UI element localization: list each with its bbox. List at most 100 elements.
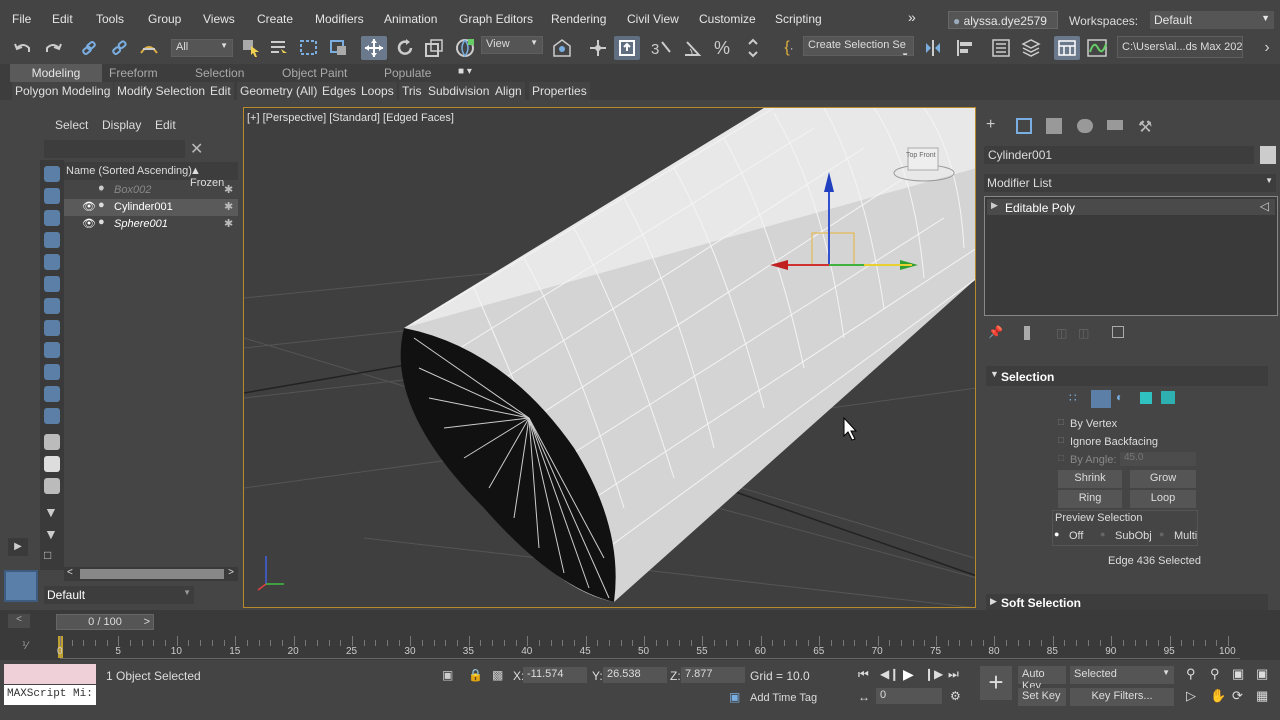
maximize-viewport-icon[interactable]: ▦	[1256, 688, 1268, 704]
account-dropdown[interactable]: ● alyssa.dye2579	[948, 11, 1058, 29]
shrink-button[interactable]: Shrink	[1058, 470, 1122, 488]
viewport-label-menu[interactable]: [+] [Perspective] [Standard] [Edged Face…	[247, 112, 454, 124]
key-filters-button[interactable]: Key Filters...	[1070, 688, 1174, 706]
tab-selection[interactable]: Selection	[195, 66, 244, 80]
time-configuration-icon[interactable]: ⚙	[950, 689, 961, 703]
ribbon-edges[interactable]: Edges	[319, 82, 360, 100]
selection-rollout-header[interactable]: ▼ Selection	[986, 366, 1268, 386]
align-icon[interactable]	[952, 36, 978, 60]
y-coordinate-field[interactable]: 26.538	[603, 667, 667, 683]
zoom-all-icon[interactable]: ⚲	[1210, 666, 1220, 682]
stack-item-editable-poly[interactable]: ▶ Editable Poly ◁	[987, 199, 1275, 215]
visibility-eye-icon[interactable]: 👁	[82, 217, 96, 230]
filter-space-warps-icon[interactable]	[44, 276, 60, 292]
layer-explorer-icon[interactable]	[1018, 36, 1044, 60]
column-name-header[interactable]: Name (Sorted Ascending)	[66, 165, 192, 177]
filter-hidden-icon[interactable]	[44, 408, 60, 424]
spinner-snap-icon[interactable]	[740, 36, 766, 60]
selection-filter-dropdown[interactable]: All ▼	[171, 39, 233, 57]
tab-modeling[interactable]: Modeling	[10, 64, 102, 82]
key-mode-dropdown[interactable]: Selected ▼	[1070, 666, 1174, 684]
key-mode-toggle-icon[interactable]: ↔	[858, 690, 870, 704]
orbit-icon[interactable]: ⟳	[1232, 688, 1243, 704]
explorer-menu-select[interactable]: Select	[55, 118, 88, 132]
hierarchy-tab-icon[interactable]	[1046, 118, 1062, 134]
explorer-expand-button[interactable]: ▶	[8, 538, 28, 556]
previous-frame-icon[interactable]: ◀❙	[880, 667, 899, 681]
next-frame-icon[interactable]: ❙▶	[924, 667, 943, 681]
ribbon-options-icon[interactable]: ■ ▾	[458, 66, 472, 77]
reference-coordinate-dropdown[interactable]: View ▼	[481, 36, 543, 54]
filter-helpers-icon[interactable]	[44, 254, 60, 270]
x-coordinate-field[interactable]: -11.574	[523, 667, 587, 683]
explorer-row[interactable]: ● ● Box002 ✱	[64, 182, 238, 199]
lock-selection-icon[interactable]: □	[44, 548, 51, 562]
pan-icon[interactable]: ✋	[1210, 688, 1226, 704]
invert-display-icon[interactable]	[44, 478, 60, 494]
ribbon-subdivision[interactable]: Subdivision	[425, 82, 493, 100]
make-unique-icon[interactable]: ◫	[1056, 326, 1067, 340]
select-scale-icon[interactable]	[421, 36, 447, 60]
explorer-row[interactable]: 👁 ● Cylinder001 ✱	[64, 199, 238, 216]
play-icon[interactable]: ▶	[903, 666, 914, 683]
visibility-eye-icon[interactable]: 👁	[82, 200, 96, 213]
current-frame-field[interactable]: 0	[876, 688, 942, 704]
ribbon-geometry-all[interactable]: Geometry (All)	[237, 82, 321, 100]
filter-cameras-icon[interactable]	[44, 232, 60, 248]
rectangular-selection-icon[interactable]	[296, 36, 322, 60]
unlink-icon[interactable]	[106, 36, 132, 60]
toggle-ribbon-icon[interactable]	[1054, 36, 1080, 60]
tab-populate[interactable]: Populate	[384, 66, 431, 80]
edge-mode-icon[interactable]	[1091, 390, 1111, 408]
chevron-left-icon[interactable]: <	[67, 567, 73, 578]
filter-shapes-icon[interactable]	[44, 188, 60, 204]
ribbon-edit[interactable]: Edit	[207, 82, 234, 100]
maxscript-listener-pink[interactable]	[4, 664, 96, 684]
freeze-icon[interactable]: ✱	[224, 200, 233, 213]
filter-funnel-alt-icon[interactable]: ▼	[44, 526, 58, 542]
checkbox-by-angle[interactable]: □	[1058, 453, 1064, 464]
workspace-dropdown[interactable]: Default ▼	[1150, 11, 1274, 29]
scrollbar-thumb[interactable]	[80, 569, 224, 579]
edit-named-selection-icon[interactable]: {·	[776, 36, 802, 60]
snaps-toggle-icon[interactable]: 3	[648, 36, 674, 60]
pivot-center-icon[interactable]	[549, 36, 575, 60]
select-manipulate-icon[interactable]	[585, 36, 611, 60]
absolute-offset-icon[interactable]: ▩	[492, 668, 503, 682]
go-to-end-icon[interactable]: ⏭	[948, 667, 959, 682]
radio-subobj[interactable]: ●	[1100, 529, 1105, 539]
maxscript-mini-listener[interactable]: MAXScript Mi:	[4, 685, 96, 705]
mirror-icon[interactable]	[920, 36, 946, 60]
object-name-field[interactable]: Cylinder001	[984, 146, 1254, 164]
isolate-selection-icon[interactable]: ▣	[442, 668, 453, 682]
grow-button[interactable]: Grow	[1130, 470, 1196, 488]
ribbon-tris[interactable]: Tris	[399, 82, 425, 100]
redo-icon[interactable]	[40, 36, 66, 60]
named-selection-dropdown[interactable]: Create Selection Se ▼	[803, 36, 914, 56]
motion-tab-icon[interactable]	[1077, 119, 1093, 133]
timeline-track[interactable]	[60, 658, 1240, 659]
curve-toggle-icon[interactable]: ⅟	[22, 641, 28, 652]
lock-icon[interactable]: 🔒	[468, 668, 483, 682]
remove-modifier-icon[interactable]: ◫	[1078, 326, 1089, 340]
modify-tab-icon[interactable]	[1016, 118, 1032, 134]
configure-modifier-sets-icon[interactable]	[1112, 326, 1124, 338]
z-coordinate-field[interactable]: 7.877	[681, 667, 745, 683]
chevron-right-icon[interactable]: >	[228, 567, 234, 578]
polygon-mode-icon[interactable]	[1140, 392, 1152, 404]
scene-explorer-thumbnail[interactable]	[4, 570, 38, 602]
expand-arrow-icon[interactable]: ▶	[991, 200, 998, 211]
object-color-swatch[interactable]	[1260, 146, 1276, 164]
vertex-mode-icon[interactable]: ∷	[1069, 391, 1077, 405]
explorer-search-input[interactable]	[44, 140, 185, 158]
tab-freeform[interactable]: Freeform	[109, 66, 158, 80]
time-slider-left-button[interactable]: <	[8, 614, 30, 628]
filter-lights-icon[interactable]	[44, 210, 60, 226]
filter-frozen-icon[interactable]	[44, 386, 60, 402]
element-mode-icon[interactable]	[1161, 391, 1175, 404]
explorer-menu-display[interactable]: Display	[102, 118, 141, 132]
checkbox-ignore-backfacing[interactable]: □	[1058, 435, 1064, 446]
utilities-tab-icon[interactable]: ⚒	[1138, 117, 1152, 137]
auto-key-button[interactable]: Auto Key	[1018, 666, 1066, 692]
go-to-start-icon[interactable]: ⏮	[858, 667, 869, 682]
